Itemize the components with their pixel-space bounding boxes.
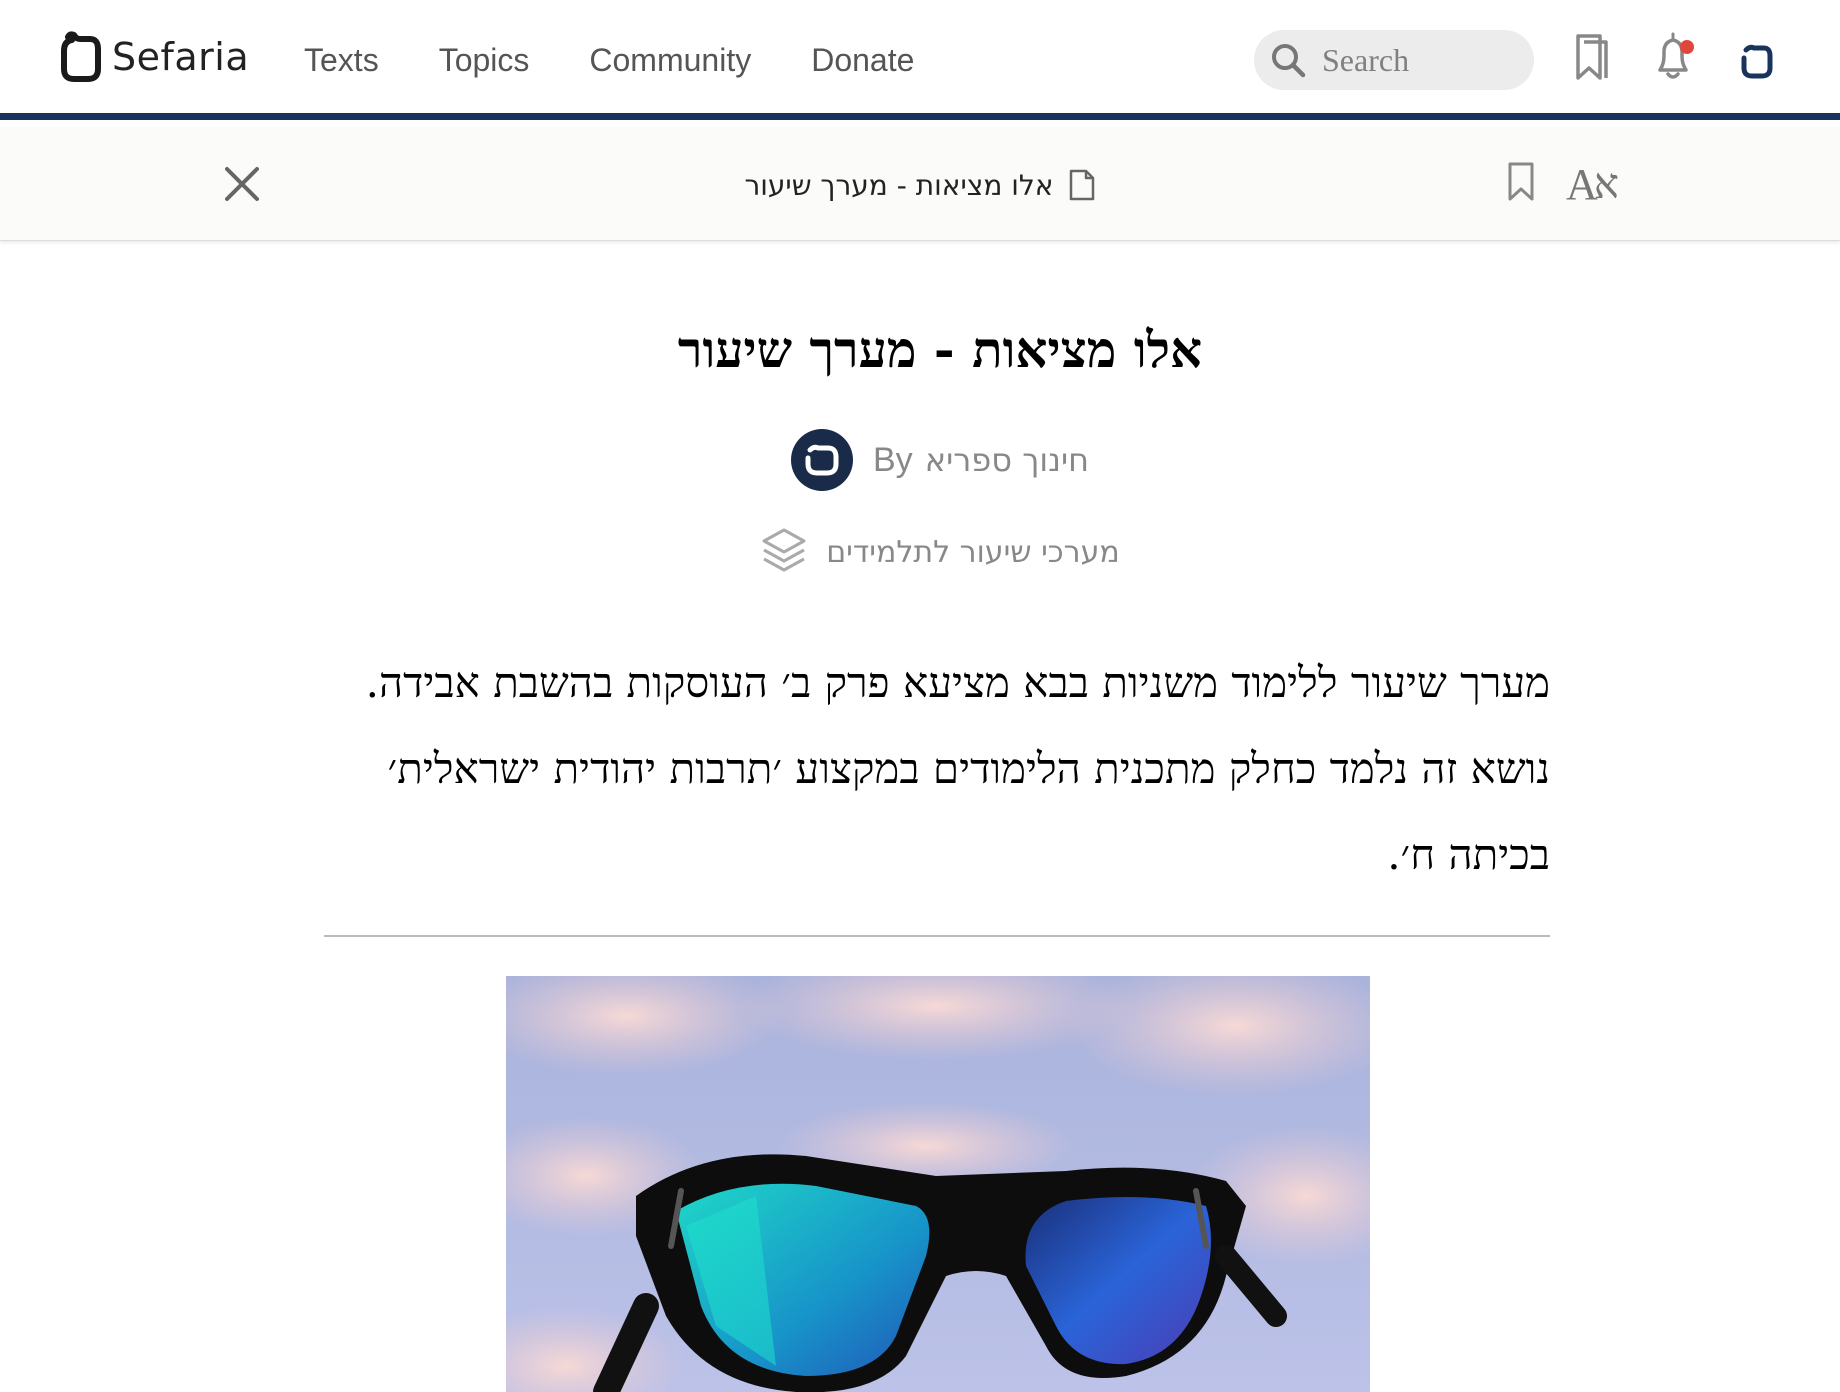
sunglasses-sky-image xyxy=(506,976,1370,1392)
nav-texts[interactable]: Texts xyxy=(304,42,379,79)
reader-sheet-title-text: אלו מציאות - מערך שיעור xyxy=(744,168,1054,202)
author-avatar[interactable] xyxy=(791,429,853,491)
hebrew-language-icon xyxy=(1741,44,1773,79)
logo-text: Sefaria xyxy=(112,35,250,79)
by-label: By xyxy=(873,440,913,479)
sefaria-logo[interactable]: Sefaria xyxy=(60,30,249,84)
document-icon xyxy=(1069,169,1094,201)
nav-donate[interactable]: Donate xyxy=(811,42,914,79)
reader-header: אלו מציאות - מערך שיעור A א xyxy=(0,127,1840,241)
divider xyxy=(324,935,1550,937)
top-header: Sefaria Texts Topics Community Donate xyxy=(0,0,1840,120)
main-nav: Texts Topics Community Donate xyxy=(304,42,974,79)
search-box[interactable] xyxy=(1254,30,1534,90)
collection-layers-icon xyxy=(762,528,806,572)
font-size-icon-hebrew: א xyxy=(1593,162,1619,208)
save-sheet-button[interactable] xyxy=(1506,161,1536,208)
close-button[interactable] xyxy=(222,164,262,204)
sheet-description: מערך שיעור ללימוד משניות בבא מציעא פרק ב… xyxy=(365,658,1550,879)
sefaria-logo-icon xyxy=(61,31,101,82)
bookmark-icon xyxy=(1508,162,1534,201)
sheet-title: אלו מציאות - מערך שיעור xyxy=(677,320,1203,379)
sheet-header-image xyxy=(506,976,1370,1392)
collection-link[interactable]: מערכי שיעור לתלמידים xyxy=(560,522,1320,582)
notifications-button[interactable] xyxy=(1652,30,1698,84)
bell-icon xyxy=(1658,32,1694,79)
author-name-link[interactable]: חינוך ספריא xyxy=(925,441,1089,479)
sefaria-avatar-icon xyxy=(805,444,839,476)
close-icon xyxy=(225,167,259,201)
font-size-button[interactable]: A א xyxy=(1566,155,1619,211)
language-toggle[interactable] xyxy=(1740,42,1774,80)
saved-button[interactable] xyxy=(1574,32,1612,82)
search-input[interactable] xyxy=(1322,41,1512,79)
search-icon xyxy=(1272,44,1306,78)
nav-community[interactable]: Community xyxy=(589,42,751,79)
bookmarks-icon xyxy=(1576,34,1608,80)
collection-name: מערכי שיעור לתלמידים xyxy=(826,534,1120,570)
nav-topics[interactable]: Topics xyxy=(439,42,530,79)
reader-sheet-title[interactable]: אלו מציאות - מערך שיעור xyxy=(700,163,1140,207)
author-byline: By חינוך ספריא xyxy=(560,428,1320,492)
